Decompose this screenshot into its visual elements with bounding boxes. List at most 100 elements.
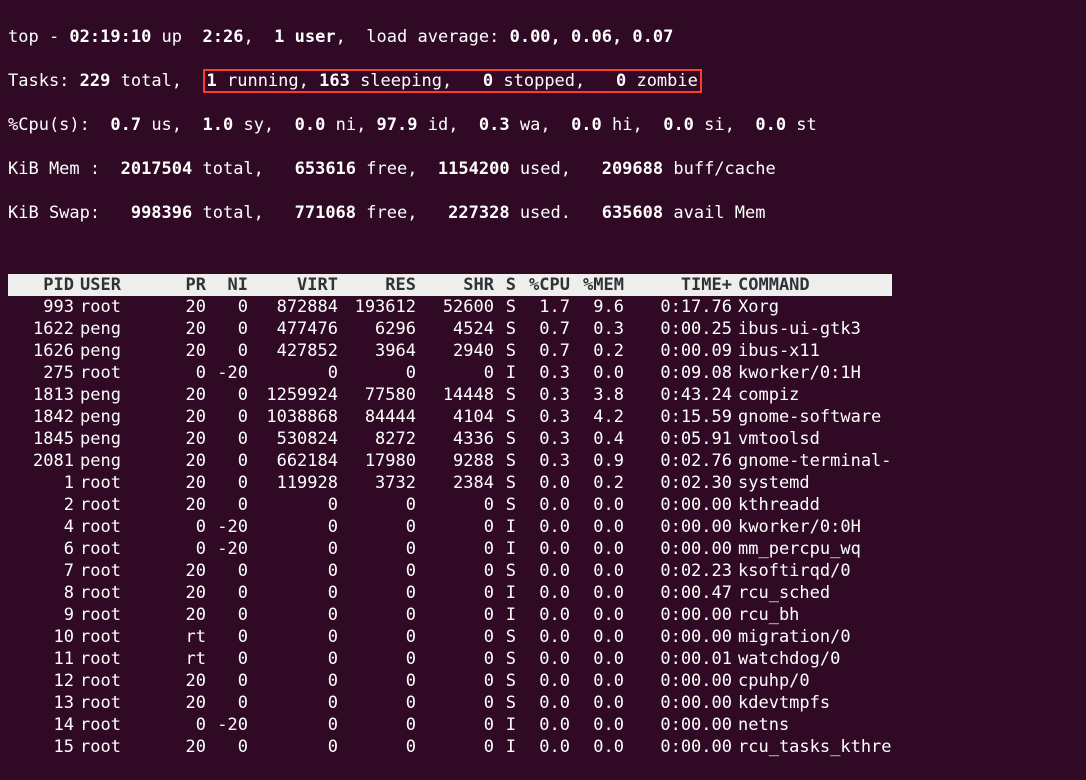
cell-cpu: 0.3 [516, 384, 570, 406]
cell-mem: 0.0 [570, 648, 624, 670]
col-cmd[interactable]: COMMAND [732, 274, 892, 296]
cell-ni: -20 [206, 516, 248, 538]
cell-s: S [494, 428, 516, 450]
cell-shr: 9288 [416, 450, 494, 472]
process-row[interactable]: 10rootrt0000S0.00.00:00.00migration/0 [8, 626, 892, 648]
process-row[interactable]: 13root200000S0.00.00:00.00kdevtmpfs [8, 692, 892, 714]
cell-mem: 0.0 [570, 362, 624, 384]
cell-virt: 0 [248, 362, 338, 384]
cell-mem: 0.4 [570, 428, 624, 450]
cell-shr: 4524 [416, 318, 494, 340]
process-row[interactable]: 1845peng20053082482724336S0.30.40:05.91v… [8, 428, 892, 450]
process-row[interactable]: 1842peng2001038868844444104S0.34.20:15.5… [8, 406, 892, 428]
col-pr[interactable]: PR [158, 274, 206, 296]
process-row[interactable]: 1813peng20012599247758014448S0.33.80:43.… [8, 384, 892, 406]
col-user[interactable]: USER [74, 274, 158, 296]
cell-ni: 0 [206, 582, 248, 604]
process-row[interactable]: 9root200000I0.00.00:00.00rcu_bh [8, 604, 892, 626]
col-s[interactable]: S [494, 274, 516, 296]
process-row[interactable]: 4root0-20000I0.00.00:00.00kworker/0:0H [8, 516, 892, 538]
col-time[interactable]: TIME+ [624, 274, 732, 296]
process-row[interactable]: 2081peng200662184179809288S0.30.90:02.76… [8, 450, 892, 472]
cell-cpu: 0.0 [516, 626, 570, 648]
tasks-highlight-box: 1 running, 163 sleeping, 0 stopped, 0 zo… [203, 69, 702, 93]
cell-ni: 0 [206, 626, 248, 648]
cell-cmd: gnome-software [732, 406, 892, 428]
cell-virt: 0 [248, 494, 338, 516]
terminal-output[interactable]: top - 02:19:10 up 2:26, 1 user, load ave… [0, 0, 1086, 780]
cell-ni: 0 [206, 472, 248, 494]
cell-cpu: 0.0 [516, 494, 570, 516]
cell-user: root [74, 560, 158, 582]
cell-virt: 872884 [248, 296, 338, 318]
process-row[interactable]: 275root0-20000I0.30.00:09.08kworker/0:1H [8, 362, 892, 384]
cell-ni: 0 [206, 604, 248, 626]
cell-res: 6296 [338, 318, 416, 340]
cell-user: root [74, 692, 158, 714]
cell-time: 0:00.25 [624, 318, 732, 340]
process-row[interactable]: 15root200000I0.00.00:00.00rcu_tasks_kthr… [8, 736, 892, 758]
cell-pid: 13 [8, 692, 74, 714]
cell-mem: 0.0 [570, 604, 624, 626]
cell-s: S [494, 406, 516, 428]
cell-virt: 0 [248, 736, 338, 758]
cell-res: 0 [338, 714, 416, 736]
cell-pr: 20 [158, 384, 206, 406]
cell-s: S [494, 340, 516, 362]
col-ni[interactable]: NI [206, 274, 248, 296]
col-pid[interactable]: PID [8, 274, 74, 296]
cell-virt: 0 [248, 582, 338, 604]
process-row[interactable]: 993root20087288419361252600S1.79.60:17.7… [8, 296, 892, 318]
cell-pr: 20 [158, 472, 206, 494]
col-shr[interactable]: SHR [416, 274, 494, 296]
process-row[interactable]: 1626peng20042785239642940S0.70.20:00.09i… [8, 340, 892, 362]
cell-pr: 20 [158, 296, 206, 318]
process-row[interactable]: 1622peng20047747662964524S0.70.30:00.25i… [8, 318, 892, 340]
cell-pid: 8 [8, 582, 74, 604]
cell-pr: 0 [158, 516, 206, 538]
process-row[interactable]: 2root200000S0.00.00:00.00kthreadd [8, 494, 892, 516]
cell-virt: 0 [248, 714, 338, 736]
cell-mem: 4.2 [570, 406, 624, 428]
process-row[interactable]: 11rootrt0000S0.00.00:00.01watchdog/0 [8, 648, 892, 670]
cell-time: 0:05.91 [624, 428, 732, 450]
process-row[interactable]: 8root200000I0.00.00:00.47rcu_sched [8, 582, 892, 604]
col-virt[interactable]: VIRT [248, 274, 338, 296]
cell-pr: 20 [158, 318, 206, 340]
process-row[interactable]: 12root200000S0.00.00:00.00cpuhp/0 [8, 670, 892, 692]
col-cpu[interactable]: %CPU [516, 274, 570, 296]
col-res[interactable]: RES [338, 274, 416, 296]
cell-cmd: ksoftirqd/0 [732, 560, 892, 582]
cell-cmd: kworker/0:0H [732, 516, 892, 538]
cell-s: S [494, 670, 516, 692]
cell-ni: -20 [206, 362, 248, 384]
cell-virt: 0 [248, 604, 338, 626]
cell-cmd: migration/0 [732, 626, 892, 648]
cell-cpu: 0.0 [516, 604, 570, 626]
cell-s: I [494, 582, 516, 604]
process-row[interactable]: 6root0-20000I0.00.00:00.00mm_percpu_wq [8, 538, 892, 560]
cell-pid: 11 [8, 648, 74, 670]
process-table-header[interactable]: PID USER PR NI VIRT RES SHR S %CPU %MEM … [8, 274, 892, 296]
cell-cmd: vmtoolsd [732, 428, 892, 450]
process-row[interactable]: 14root0-20000I0.00.00:00.00netns [8, 714, 892, 736]
cell-res: 8272 [338, 428, 416, 450]
cell-cpu: 0.3 [516, 362, 570, 384]
process-row[interactable]: 1root20011992837322384S0.00.20:02.30syst… [8, 472, 892, 494]
cell-pid: 10 [8, 626, 74, 648]
cell-shr: 0 [416, 494, 494, 516]
cell-s: I [494, 714, 516, 736]
cell-pr: rt [158, 648, 206, 670]
cell-pid: 9 [8, 604, 74, 626]
col-mem[interactable]: %MEM [570, 274, 624, 296]
cell-virt: 0 [248, 626, 338, 648]
cell-res: 84444 [338, 406, 416, 428]
cell-ni: 0 [206, 670, 248, 692]
process-table: PID USER PR NI VIRT RES SHR S %CPU %MEM … [8, 274, 892, 758]
cell-time: 0:00.00 [624, 494, 732, 516]
cell-s: I [494, 362, 516, 384]
cell-virt: 0 [248, 692, 338, 714]
cell-pid: 1626 [8, 340, 74, 362]
process-row[interactable]: 7root200000S0.00.00:02.23ksoftirqd/0 [8, 560, 892, 582]
cell-pr: 20 [158, 604, 206, 626]
